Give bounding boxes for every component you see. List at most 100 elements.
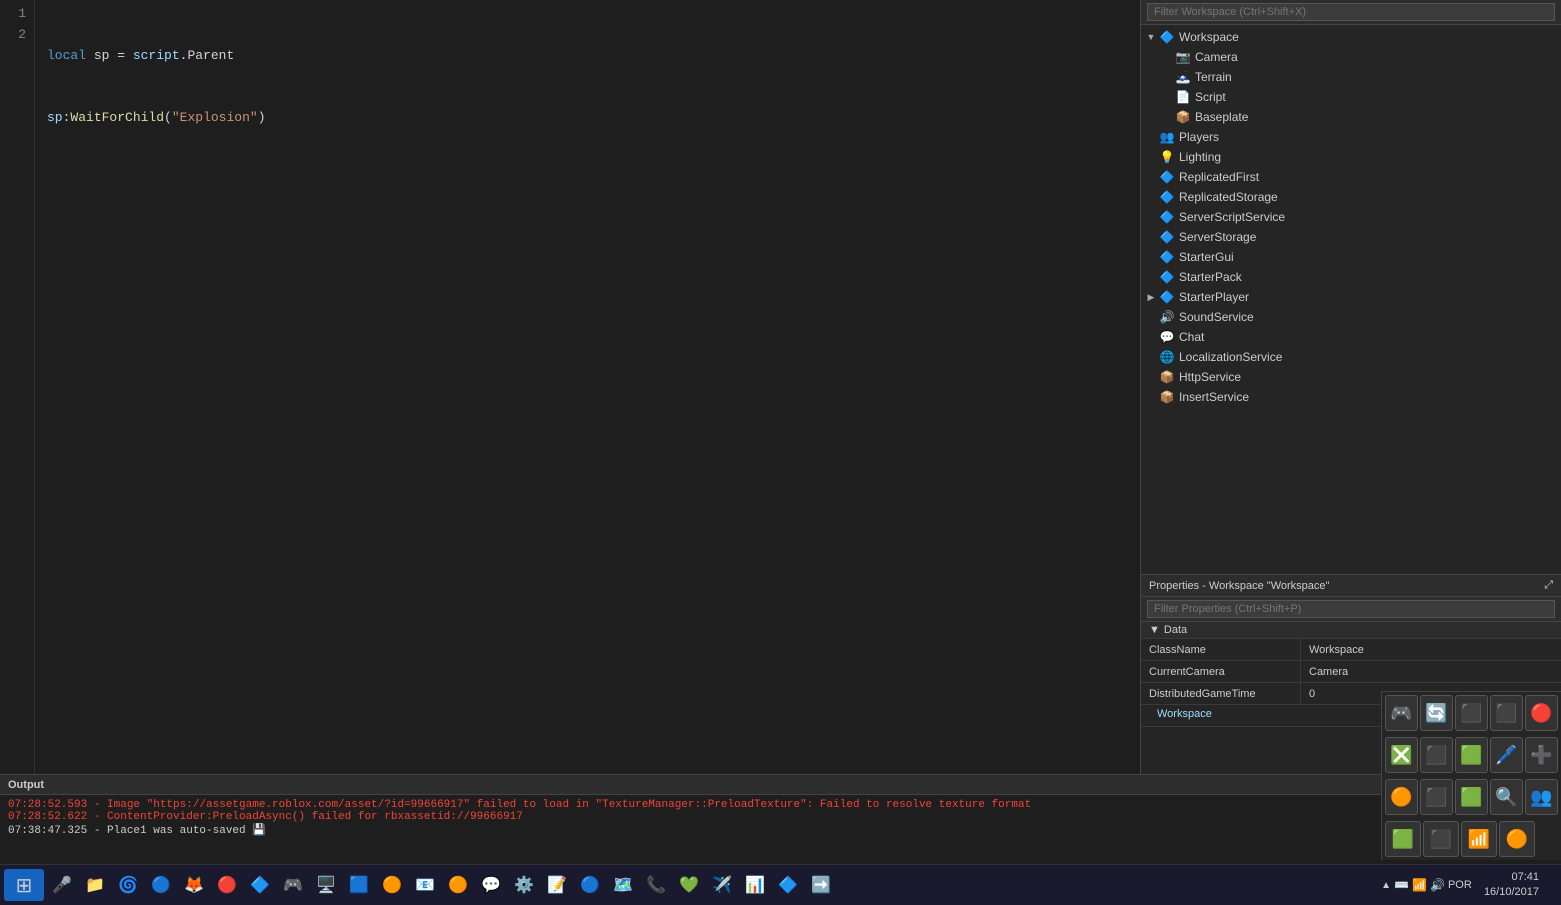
tree-item-localizationservice[interactable]: 🌐LocalizationService (1141, 347, 1561, 367)
tree-icon-httpservice: 📦 (1159, 369, 1175, 385)
tree-item-replicatedstorage[interactable]: 🔷ReplicatedStorage (1141, 187, 1561, 207)
whatsapp-icon[interactable]: 💚 (673, 869, 705, 901)
prop-row-currentcamera: CurrentCameraCamera (1141, 661, 1561, 683)
blender-icon[interactable]: 🟠 (376, 869, 408, 901)
tree-item-lighting[interactable]: 💡Lighting (1141, 147, 1561, 167)
code-editor[interactable]: 1 2 local sp = script .Parent sp : WaitF… (0, 0, 1141, 774)
plugin-icon-1-1[interactable]: ⬛ (1420, 737, 1453, 773)
plugin-icon-3-3[interactable]: 🟠 (1499, 821, 1535, 857)
plugin-icon-1-4[interactable]: ➕ (1525, 737, 1558, 773)
plugin-icon-0-3[interactable]: ⬛ (1490, 695, 1523, 731)
plugin-icon-0-1[interactable]: 🔄 (1420, 695, 1453, 731)
token-waitforchild: WaitForChild (70, 108, 164, 129)
tree-item-replicatedfirst[interactable]: 🔷ReplicatedFirst (1141, 167, 1561, 187)
chrome-icon[interactable]: 🔵 (145, 869, 177, 901)
plugin-row-3: 🟩⬛📶🟠 (1382, 818, 1561, 860)
tree-item-starterpack[interactable]: 🔷StarterPack (1141, 267, 1561, 287)
notepad-icon[interactable]: 📝 (541, 869, 573, 901)
prop-name-classname: ClassName (1141, 639, 1301, 660)
tree-arrow-lighting (1145, 151, 1157, 163)
tree-item-baseplate[interactable]: 📦Baseplate (1141, 107, 1561, 127)
phone-icon[interactable]: 📞 (640, 869, 672, 901)
tree-item-httpservice[interactable]: 📦HttpService (1141, 367, 1561, 387)
properties-expand-icon[interactable]: ⤢ (1544, 579, 1553, 592)
tree-label-soundservice: SoundService (1179, 310, 1254, 324)
tree-arrow-terrain (1161, 71, 1173, 83)
code-content[interactable]: local sp = script .Parent sp : WaitForCh… (35, 0, 1140, 774)
properties-filter-input[interactable] (1147, 600, 1555, 618)
plugin-icon-2-4[interactable]: 👥 (1525, 779, 1558, 815)
token-parent: .Parent (180, 46, 235, 67)
plugin-icon-3-1[interactable]: ⬛ (1423, 821, 1459, 857)
arrow-icon[interactable]: ➡️ (805, 869, 837, 901)
output-message: 07:28:52.622 - ContentProvider:PreloadAs… (8, 811, 1553, 823)
firefox-icon[interactable]: 🦊 (178, 869, 210, 901)
tree-item-serverscriptservice[interactable]: 🔷ServerScriptService (1141, 207, 1561, 227)
tree-item-players[interactable]: 👥Players (1141, 127, 1561, 147)
token-open-paren: ( (164, 108, 172, 129)
monitor-icon[interactable]: 🖥️ (310, 869, 342, 901)
ps-icon[interactable]: 🟦 (343, 869, 375, 901)
output-title: Output (8, 779, 44, 791)
explorer-icon[interactable]: 📁 (79, 869, 111, 901)
system-tray: ▲ ⌨️ 📶 🔊 POR (1377, 878, 1482, 892)
prop-value-classname: Workspace (1301, 639, 1561, 660)
tree-icon-starterpack: 🔷 (1159, 269, 1175, 285)
tree-item-insertservice[interactable]: 📦InsertService (1141, 387, 1561, 407)
plugin-icon-3-0[interactable]: 🟩 (1385, 821, 1421, 857)
plugin-icon-0-0[interactable]: 🎮 (1385, 695, 1418, 731)
plugin-icon-1-0[interactable]: ❎ (1385, 737, 1418, 773)
tree-arrow-serverstorage (1145, 231, 1157, 243)
plugin-icon-2-0[interactable]: 🟠 (1385, 779, 1418, 815)
steam-icon[interactable]: 🎮 (277, 869, 309, 901)
tree-label-baseplate: Baseplate (1195, 110, 1248, 124)
tree-label-workspace: Workspace (1179, 30, 1239, 44)
output-message: 07:28:52.593 - Image "https://assetgame.… (8, 799, 1553, 811)
word-icon[interactable]: 🔵 (574, 869, 606, 901)
tree-item-terrain[interactable]: 🗻Terrain (1141, 67, 1561, 87)
tree-item-chat[interactable]: 💬Chat (1141, 327, 1561, 347)
chart-icon[interactable]: 📊 (739, 869, 771, 901)
start-button[interactable]: ⊞ (4, 869, 44, 901)
maps-icon[interactable]: 🗺️ (607, 869, 639, 901)
plugin-icon-3-2[interactable]: 📶 (1461, 821, 1497, 857)
plugin-icon-2-1[interactable]: ⬛ (1420, 779, 1453, 815)
prop-row-classname: ClassNameWorkspace (1141, 639, 1561, 661)
token-local: local (47, 46, 86, 67)
ie-icon[interactable]: 🔷 (244, 869, 276, 901)
right-panel: ▼🔷Workspace📷Camera🗻Terrain📄Script📦Basepl… (1141, 0, 1561, 774)
plugin-icon-0-4[interactable]: 🔴 (1525, 695, 1558, 731)
plugin-icon-1-2[interactable]: 🟩 (1455, 737, 1488, 773)
tree-item-startergui[interactable]: 🔷StarterGui (1141, 247, 1561, 267)
vlc-icon[interactable]: 🟠 (442, 869, 474, 901)
output-content: 07:28:52.593 - Image "https://assetgame.… (0, 795, 1561, 864)
telegram-icon[interactable]: ✈️ (706, 869, 738, 901)
language-label[interactable]: POR (1448, 879, 1478, 891)
git-icon[interactable]: ⚙️ (508, 869, 540, 901)
roblox-icon[interactable]: 🔷 (772, 869, 804, 901)
tree-icon-localizationservice: 🌐 (1159, 349, 1175, 365)
tree-item-script[interactable]: 📄Script (1141, 87, 1561, 107)
tree-item-serverstorage[interactable]: 🔷ServerStorage (1141, 227, 1561, 247)
clock-date: 16/10/2017 (1484, 885, 1539, 900)
explorer-filter-input[interactable] (1147, 3, 1555, 21)
tree-item-soundservice[interactable]: 🔊SoundService (1141, 307, 1561, 327)
tree-item-camera[interactable]: 📷Camera (1141, 47, 1561, 67)
prop-name-currentcamera: CurrentCamera (1141, 661, 1301, 682)
browser-icon[interactable]: 🌀 (112, 869, 144, 901)
tree-arrow-players (1145, 131, 1157, 143)
email-icon[interactable]: 📧 (409, 869, 441, 901)
output-header: Output ⧉ ✕ (0, 775, 1561, 795)
plugin-icon-1-3[interactable]: 🖊️ (1490, 737, 1523, 773)
tree-item-workspace[interactable]: ▼🔷Workspace (1141, 27, 1561, 47)
plugin-icon-0-2[interactable]: ⬛ (1455, 695, 1488, 731)
tree-icon-script: 📄 (1175, 89, 1191, 105)
plugin-icon-2-2[interactable]: 🟩 (1455, 779, 1488, 815)
opera-icon[interactable]: 🔴 (211, 869, 243, 901)
tree-item-starterplayer[interactable]: ▶🔷StarterPlayer (1141, 287, 1561, 307)
mic-icon[interactable]: 🎤 (46, 869, 78, 901)
taskbar-clock[interactable]: 07:41 16/10/2017 (1484, 870, 1547, 901)
up-arrow-icon[interactable]: ▲ (1381, 880, 1391, 891)
plugin-icon-2-3[interactable]: 🔍 (1490, 779, 1523, 815)
discord-icon[interactable]: 💬 (475, 869, 507, 901)
